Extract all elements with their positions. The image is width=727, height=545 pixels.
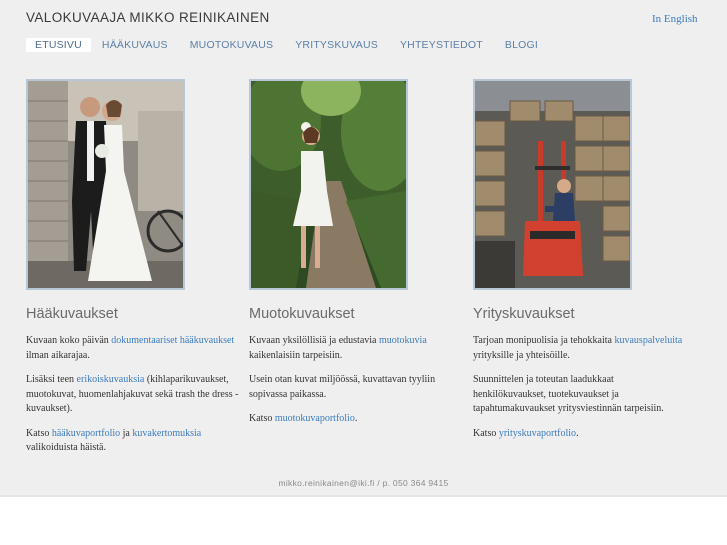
business-title: Yrityskuvaukset (473, 306, 575, 322)
portrait-p3-text-end: . (354, 413, 358, 424)
main-content: Hääkuvaukset Kuvaan koko päivän dokument… (0, 52, 727, 495)
wedding-p3-text-end: valikoiduista häistä. (26, 442, 106, 453)
documentary-wedding-link[interactable]: dokumentaariset hääkuvaukset (111, 335, 234, 346)
photo-services-link[interactable]: kuvauspalveluita (614, 335, 682, 346)
portrait-paragraph-3: Katso muotokuvaportfolio. (249, 412, 464, 427)
wedding-p1-text: Kuvaan koko päivän (26, 335, 112, 346)
business-p1-text-end: yrityksille ja yhteisöille. (473, 349, 570, 361)
wedding-paragraph-3: Katso hääkuvaportfolio ja kuvakertomuksi… (26, 427, 241, 456)
portrait-photo[interactable] (249, 79, 408, 290)
footer-contact: mikko.reinikainen@iki.fi / p. 050 364 94… (278, 478, 449, 488)
portrait-column: Muotokuvaukset Kuvaan yksilöllisiä ja ed… (249, 79, 464, 427)
nav-item-yhteystiedot[interactable]: YHTEYSTIEDOT (389, 38, 494, 52)
site-title[interactable]: VALOKUVAAJA MIKKO REINIKAINEN (26, 10, 270, 25)
portrait-paragraph-2: Usein otan kuvat miljöössä, kuvattavan t… (249, 374, 436, 400)
business-p3-text: Katso (473, 427, 499, 439)
nav-item-muotokuvaus[interactable]: MUOTOKUVAUS (179, 38, 285, 52)
portrait-portfolio-link[interactable]: muotokuvaportfolio (275, 413, 355, 424)
main-navigation: ETUSIVU HÄÄKUVAUS MUOTOKUVAUS YRITYSKUVA… (26, 38, 549, 52)
business-paragraph-1: Tarjoan monipuolisia ja tehokkaita kuvau… (473, 334, 688, 363)
english-language-link[interactable]: In English (652, 13, 698, 25)
site-header: VALOKUVAAJA MIKKO REINIKAINEN In English… (0, 0, 727, 52)
wedding-paragraph-2: Lisäksi teen erikoiskuvauksia (kihlapari… (26, 373, 241, 417)
portrait-p1-text-end: kaikenlaisiin tarpeisiin. (249, 349, 343, 361)
wedding-photo[interactable] (26, 79, 185, 290)
business-paragraph-3: Katso yrityskuvaportfolio. (473, 427, 688, 442)
business-portfolio-link[interactable]: yrityskuvaportfolio (499, 428, 576, 439)
wedding-column: Hääkuvaukset Kuvaan koko päivän dokument… (26, 79, 241, 456)
business-paragraph-2: Suunnittelen ja toteutan laadukkaat henk… (473, 374, 664, 414)
portrait-photo-image (251, 81, 406, 288)
wedding-p3-text-mid: ja (120, 427, 133, 439)
wedding-p1-text-end: ilman aikarajaa. (26, 349, 90, 361)
portrait-paragraph-1: Kuvaan yksilöllisiä ja edustavia muotoku… (249, 334, 464, 363)
special-shoots-link[interactable]: erikoiskuvauksia (77, 374, 145, 385)
business-p1-text: Tarjoan monipuolisia ja tehokkaita (473, 335, 615, 346)
portraits-link[interactable]: muotokuvia (379, 335, 427, 346)
wedding-title: Hääkuvaukset (26, 306, 118, 322)
nav-item-etusivu[interactable]: ETUSIVU (26, 38, 91, 52)
photo-stories-link[interactable]: kuvakertomuksia (132, 428, 201, 439)
bottom-divider (0, 495, 727, 497)
wedding-paragraph-1: Kuvaan koko päivän dokumentaariset hääku… (26, 334, 241, 363)
business-photo-image (475, 81, 630, 288)
wedding-photo-image (28, 81, 183, 288)
nav-item-haakuvaus[interactable]: HÄÄKUVAUS (91, 38, 179, 52)
business-photo[interactable] (473, 79, 632, 290)
nav-item-yrityskuvaus[interactable]: YRITYSKUVAUS (284, 38, 389, 52)
wedding-portfolio-link[interactable]: hääkuvaportfolio (52, 428, 120, 439)
business-column: Yrityskuvaukset Tarjoan monipuolisia ja … (473, 79, 688, 441)
nav-item-blogi[interactable]: BLOGI (494, 38, 549, 52)
portrait-title: Muotokuvaukset (249, 306, 355, 322)
portrait-p1-text: Kuvaan yksilöllisiä ja edustavia (249, 335, 379, 346)
wedding-p3-text: Katso (26, 427, 52, 439)
business-p3-text-end: . (576, 427, 579, 439)
portrait-p3-text: Katso (249, 413, 275, 424)
wedding-p2-text: Lisäksi teen (26, 374, 77, 385)
